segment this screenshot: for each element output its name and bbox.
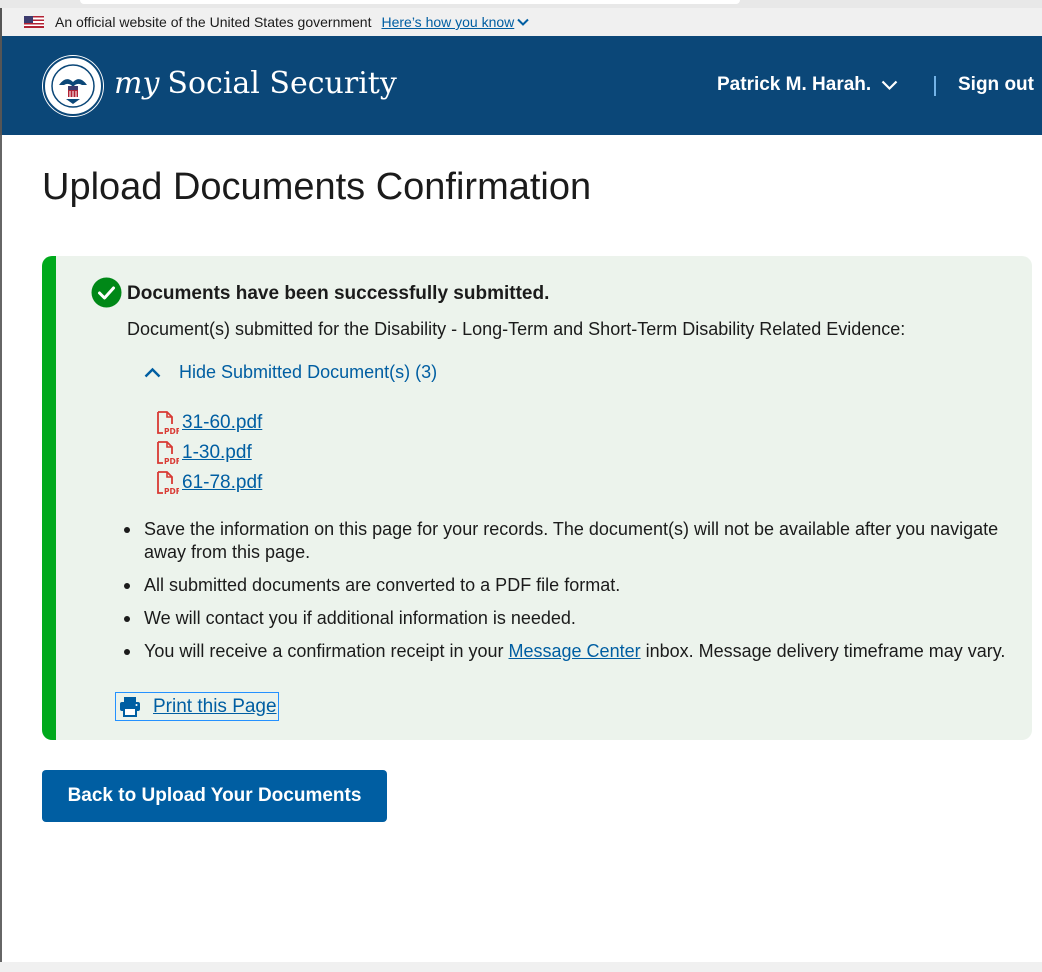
list-item: You will receive a confirmation receipt … — [124, 640, 1034, 663]
hide-documents-toggle[interactable]: Hide Submitted Document(s) (3) — [144, 362, 437, 383]
list-item: Save the information on this page for yo… — [124, 518, 1034, 564]
list-item: PDF 31-60.pdf — [156, 408, 262, 438]
gov-banner: An official website of the United States… — [0, 8, 1042, 36]
gov-banner-text: An official website of the United States… — [55, 14, 372, 30]
footer-strip — [0, 962, 1042, 972]
printer-icon — [120, 697, 140, 717]
print-page-link[interactable]: Print this Page — [115, 692, 279, 721]
info-notes-list: Save the information on this page for yo… — [124, 518, 1034, 673]
list-item: PDF 1-30.pdf — [156, 438, 262, 468]
check-circle-icon — [91, 277, 122, 308]
page-title: Upload Documents Confirmation — [42, 166, 592, 208]
ssa-seal-icon[interactable] — [42, 55, 104, 117]
brand-name: Social Security — [167, 66, 397, 101]
window-tab-bar — [80, 0, 740, 4]
svg-text:PDF: PDF — [164, 457, 179, 465]
brand-my: my — [114, 66, 160, 101]
pdf-file-icon: PDF — [157, 411, 179, 435]
document-link-31-60[interactable]: 31-60.pdf — [182, 412, 262, 434]
submitted-documents-list: PDF 31-60.pdf PDF 1-30.pdf PDF 61-78.pdf — [156, 408, 262, 498]
svg-text:PDF: PDF — [164, 487, 179, 495]
alert-heading: Documents have been successfully submitt… — [127, 283, 550, 304]
list-item: We will contact you if additional inform… — [124, 607, 1034, 630]
window-frame-top — [0, 0, 1042, 8]
note-suffix: inbox. Message delivery timeframe may va… — [640, 641, 1006, 661]
heres-how-you-know-link[interactable]: Here’s how you know — [381, 14, 530, 30]
pdf-file-icon: PDF — [157, 441, 179, 465]
brand-title[interactable]: my Social Security — [114, 66, 397, 101]
header-divider — [934, 76, 936, 96]
hide-documents-label: Hide Submitted Document(s) (3) — [179, 362, 438, 382]
sign-out-link[interactable]: Sign out — [958, 74, 1034, 96]
document-link-1-30[interactable]: 1-30.pdf — [182, 442, 252, 464]
svg-text:PDF: PDF — [164, 427, 179, 435]
site-header: my Social Security Patrick M. Harah. Sign… — [0, 36, 1042, 135]
list-item: PDF 61-78.pdf — [156, 468, 262, 498]
us-flag-icon — [24, 16, 44, 28]
document-link-61-78[interactable]: 61-78.pdf — [182, 472, 262, 494]
print-page-label: Print this Page — [153, 695, 277, 717]
list-item: All submitted documents are converted to… — [124, 574, 1034, 597]
alert-subtext: Document(s) submitted for the Disability… — [127, 319, 906, 339]
user-menu-button[interactable]: Patrick M. Harah. — [717, 74, 898, 96]
window-left-edge — [0, 135, 2, 972]
chevron-down-icon — [517, 18, 530, 26]
user-name: Patrick M. Harah. — [717, 74, 872, 95]
message-center-link[interactable]: Message Center — [509, 641, 641, 661]
heres-how-you-know-label: Here’s how you know — [381, 14, 515, 30]
success-alert: Documents have been successfully submitt… — [42, 256, 1032, 740]
chevron-up-icon — [144, 367, 161, 378]
chevron-down-icon — [881, 80, 898, 90]
back-to-upload-button[interactable]: Back to Upload Your Documents — [42, 770, 387, 822]
pdf-file-icon: PDF — [157, 471, 179, 495]
note-prefix: You will receive a confirmation receipt … — [144, 641, 509, 661]
